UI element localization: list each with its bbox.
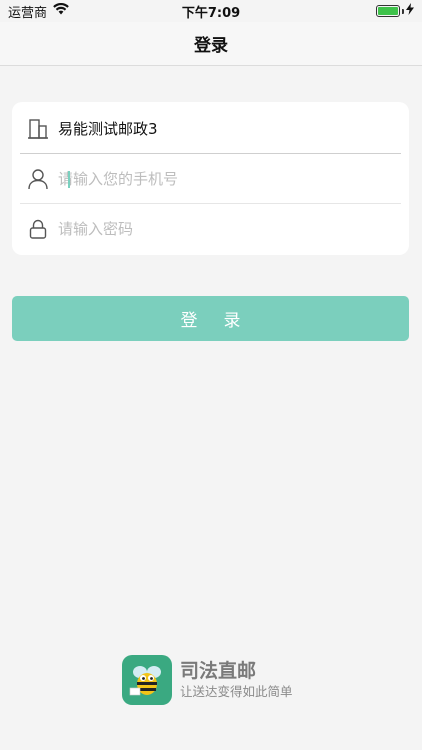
brand-slogan: 让送达变得如此简单 [180, 684, 293, 699]
battery-body [376, 5, 400, 17]
user-icon [20, 154, 56, 204]
login-form-card: 易能测试邮政3 [12, 102, 409, 255]
status-left: 运营商 [8, 2, 69, 21]
battery-cap [402, 8, 404, 14]
organization-value: 易能测试邮政3 [58, 120, 158, 138]
organization-row[interactable]: 易能测试邮政3 [20, 104, 401, 154]
lock-icon [20, 204, 56, 254]
bee-logo-icon [122, 655, 172, 705]
phone-row [20, 154, 401, 204]
status-bar: 运营商 下午7:09 [0, 0, 422, 22]
phone-input[interactable] [58, 169, 358, 188]
brand-name: 司法直邮 [180, 660, 257, 682]
brand-footer: 司法直邮 让送达变得如此简单 [122, 655, 293, 705]
page-title: 登录 [194, 36, 228, 56]
text-cursor [68, 171, 70, 188]
login-screen: 运营商 下午7:09 登录 易能测试邮政3 请输入您的手机号 登录 司法直邮 让… [0, 0, 422, 750]
battery-icon [376, 3, 414, 19]
nav-bar: 登录 [0, 22, 422, 66]
battery-fill [378, 7, 398, 15]
charging-bolt-icon [406, 3, 414, 19]
wifi-icon [53, 2, 69, 19]
brand-text: 司法直邮 让送达变得如此简单 [180, 659, 293, 701]
login-button[interactable]: 登录 [12, 296, 409, 341]
carrier-label: 运营商 [8, 5, 48, 21]
building-icon [20, 104, 56, 154]
password-row [20, 204, 401, 254]
password-input[interactable] [58, 220, 358, 238]
